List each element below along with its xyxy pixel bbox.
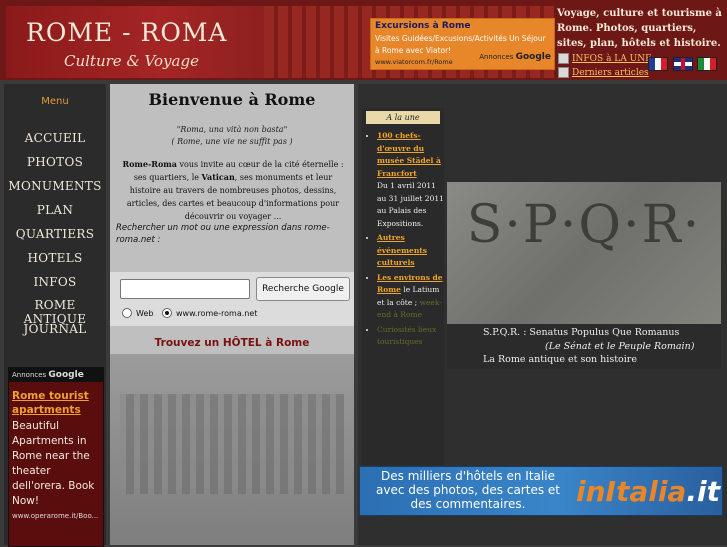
news-link[interactable]: Autres événements culturels <box>377 233 427 267</box>
top-google-ad[interactable]: Excursions à Rome Visites Guidées/Excusi… <box>370 18 555 70</box>
ad-title[interactable]: Rome tourist apartments <box>12 389 100 417</box>
logo-subtitle: Culture & Voyage <box>64 52 199 70</box>
left-google-ad[interactable]: Annonces Google Rome tourist apartments … <box>8 367 104 547</box>
quote-french: ( Rome, une vie ne suffit pas ) <box>171 137 293 146</box>
rss-icon <box>558 67 569 78</box>
radio-site[interactable]: www.rome-roma.net <box>162 308 257 318</box>
site-header: ROME - ROMA Culture & Voyage Excursions … <box>0 0 727 80</box>
search-label: Rechercher un mot ou une expression dans… <box>116 223 330 245</box>
radio-button[interactable] <box>122 308 132 318</box>
french-flag-icon[interactable] <box>648 57 668 71</box>
radio-button-selected[interactable] <box>162 308 172 318</box>
list-item: Curiosités lieux touristiques <box>377 324 447 349</box>
ad-google-label[interactable]: Annonces Google <box>9 368 103 382</box>
find-hotel-link[interactable]: Trouvez un HÔTEL à Rome <box>110 337 354 349</box>
list-item: Autres événements culturels <box>377 232 447 270</box>
spqr-caption: S.P.Q.R. : Senatus Populus Que Romanus (… <box>447 324 721 369</box>
radio-web[interactable]: Web <box>122 308 153 318</box>
welcome-panel: Bienvenue à Rome "Roma, una vità non bas… <box>110 84 354 545</box>
news-link-faded[interactable]: Curiosités lieux touristiques <box>377 325 436 347</box>
articles-link[interactable]: Derniers articles <box>558 67 649 78</box>
menu-item-hotels[interactable]: HOTELS <box>4 251 106 265</box>
google-search-button[interactable]: Recherche Google <box>256 277 350 301</box>
welcome-quote: "Roma, una vità non basta" ( Rome, une v… <box>110 124 354 148</box>
site-logo[interactable]: ROME - ROMA Culture & Voyage <box>6 6 264 78</box>
ad-url[interactable]: www.viatorcom.fr/Rome <box>375 58 453 66</box>
caption-line: (Le Sénat et le Peuple Romain) <box>545 341 695 352</box>
ad-title[interactable]: Excursions à Rome <box>375 21 470 31</box>
rss-icon <box>558 53 569 64</box>
logo-title: ROME - ROMA <box>26 18 228 47</box>
vatican-word: Vatican <box>201 172 235 182</box>
menu-item-accueil[interactable]: ACCUEIL <box>4 131 106 145</box>
ad-google-label[interactable]: Annonces Google <box>479 52 551 62</box>
page-title: Bienvenue à Rome <box>148 90 316 109</box>
rome-street-photo <box>110 354 354 545</box>
menu-item-monuments[interactable]: MONUMENTS <box>4 179 106 193</box>
infos-link[interactable]: INFOS à LA UNE <box>558 53 652 64</box>
news-text: Du 1 avril 2011 au 31 juillet 2011 au Pa… <box>377 181 444 228</box>
initalia-logo: inItalia.it <box>576 475 720 508</box>
header-tagline: Voyage, culture et tourisme à Rome. Phot… <box>557 8 722 49</box>
menu-title: Menu <box>41 96 69 107</box>
uk-flag-icon[interactable] <box>673 57 693 71</box>
banner-text: Des milliers d'hôtels en Italie avec des… <box>375 469 560 511</box>
menu-item-plan[interactable]: PLAN <box>4 203 106 217</box>
news-list: 100 chefs-d'œuvre du musée Städel à Fran… <box>367 130 447 351</box>
news-link[interactable]: 100 chefs-d'œuvre du musée Städel à Fran… <box>377 131 441 178</box>
list-item: 100 chefs-d'œuvre du musée Städel à Fran… <box>377 130 447 230</box>
caption-line: La Rome antique et son histoire <box>483 354 637 365</box>
news-header: A la une <box>366 111 440 124</box>
initalia-banner-ad[interactable]: Des milliers d'hôtels en Italie avec des… <box>359 466 723 516</box>
menu-item-quartiers[interactable]: QUARTIERS <box>4 227 106 241</box>
logo-ext: .it <box>686 475 720 508</box>
logo-main: inItalia <box>576 475 687 508</box>
italian-flag-icon[interactable] <box>697 57 717 71</box>
ad-text: Beautiful Apartments in Rome near the th… <box>12 420 95 507</box>
caption-line: S.P.Q.R. : Senatus Populus Que Romanus <box>483 327 680 338</box>
quote-italian: "Roma, una vità non basta" <box>176 125 288 134</box>
menu-item-photos[interactable]: PHOTOS <box>4 155 106 169</box>
site-name: Rome-Roma <box>122 159 177 169</box>
list-item: Les environs de Rome le Latium et la côt… <box>377 272 447 322</box>
search-input[interactable] <box>120 279 250 299</box>
spqr-inscription: S·P·Q·R· <box>466 195 702 255</box>
menu-item-journal[interactable]: JOURNAL <box>4 322 106 336</box>
menu-item-infos[interactable]: INFOS <box>4 275 106 289</box>
welcome-text: Rome-Roma vous invite au cœur de la cité… <box>118 158 348 223</box>
ad-url[interactable]: www.operarome.it/Boo... <box>12 512 100 520</box>
